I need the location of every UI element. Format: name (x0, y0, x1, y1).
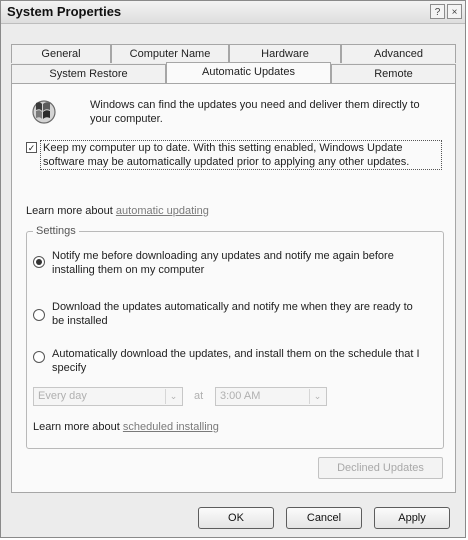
settings-group-label: Settings (33, 225, 79, 237)
option-download-radio[interactable] (33, 309, 45, 321)
tab-row-bottom: System Restore Automatic Updates Remote (11, 62, 456, 83)
keep-updated-row[interactable]: ✓ Keep my computer up to date. With this… (26, 140, 444, 188)
schedule-row: Every day ⌄ at 3:00 AM ⌄ (33, 387, 333, 407)
close-button[interactable]: × (447, 4, 462, 19)
learn-more-scheduled: Learn more about scheduled installing (33, 421, 219, 433)
title-bar: System Properties ? × (1, 1, 465, 24)
keep-updated-label[interactable]: Keep my computer up to date. With this s… (40, 140, 442, 170)
time-dropdown-icon[interactable]: ⌄ (309, 389, 325, 404)
automatic-updating-link[interactable]: automatic updating (116, 205, 209, 217)
tab-hardware[interactable]: Hardware (229, 44, 341, 63)
option-automatic-label[interactable]: Automatically download the updates, and … (52, 347, 424, 375)
tab-general[interactable]: General (11, 44, 111, 63)
learn-more-prefix: Learn more about (26, 205, 113, 217)
learn-more-prefix-2: Learn more about (33, 421, 120, 433)
cancel-button[interactable]: Cancel (286, 507, 362, 529)
option-notify-label[interactable]: Notify me before downloading any updates… (52, 249, 424, 277)
tab-remote[interactable]: Remote (331, 64, 456, 83)
keep-updated-checkbox[interactable]: ✓ (26, 142, 37, 153)
time-select-value: 3:00 AM (220, 390, 261, 402)
option-automatic-radio[interactable] (33, 351, 45, 363)
at-label: at (194, 390, 204, 402)
day-select-value: Every day (38, 390, 87, 402)
tab-advanced[interactable]: Advanced (341, 44, 456, 63)
option-notify-radio[interactable] (33, 256, 45, 268)
automatic-updates-panel: Windows can find the updates you need an… (11, 83, 456, 493)
tab-row-top: General Computer Name Hardware Advanced (11, 44, 456, 63)
system-properties-dialog: System Properties ? × General Computer N… (0, 0, 466, 538)
tab-automatic-updates[interactable]: Automatic Updates (166, 62, 331, 83)
intro-text: Windows can find the updates you need an… (90, 99, 420, 125)
ok-button[interactable]: OK (198, 507, 274, 529)
time-select[interactable]: 3:00 AM ⌄ (215, 387, 327, 406)
scheduled-installing-link[interactable]: scheduled installing (123, 421, 219, 433)
learn-more-automatic: Learn more about automatic updating (26, 205, 209, 217)
window-title: System Properties (7, 4, 122, 19)
tab-computer-name[interactable]: Computer Name (111, 44, 229, 63)
declined-updates-button[interactable]: Declined Updates (318, 457, 443, 479)
help-button[interactable]: ? (430, 4, 445, 19)
windows-update-icon (32, 100, 56, 124)
settings-group: Settings Notify me before downloading an… (26, 225, 444, 449)
day-dropdown-icon[interactable]: ⌄ (165, 389, 181, 404)
tab-system-restore[interactable]: System Restore (11, 64, 166, 83)
option-download-label[interactable]: Download the updates automatically and n… (52, 300, 424, 328)
day-select[interactable]: Every day ⌄ (33, 387, 183, 406)
apply-button[interactable]: Apply (374, 507, 450, 529)
